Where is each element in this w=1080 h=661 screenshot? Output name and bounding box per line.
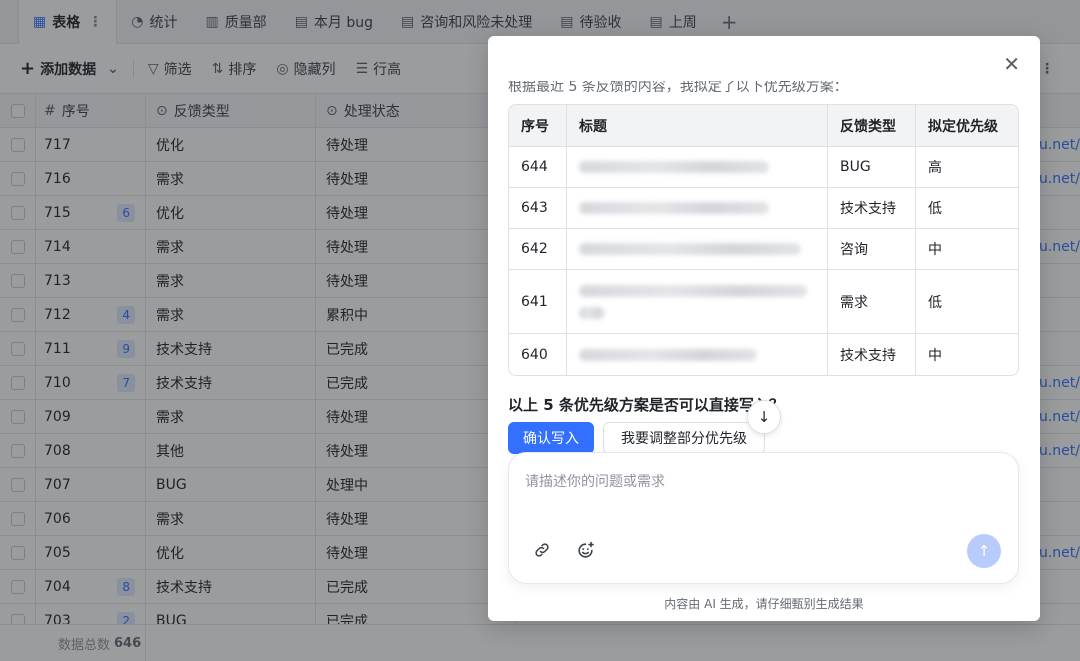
col-priority: 拟定优先级	[928, 118, 998, 135]
confirm-question: 以上 5 条优先级方案是否可以直接写入？	[508, 396, 784, 414]
chat-input[interactable]	[525, 471, 995, 511]
ai-disclaimer: 内容由 AI 生成，请仔细甄别生成结果	[664, 597, 864, 611]
send-button[interactable]: ↑	[967, 534, 1001, 568]
priority-cell-id: 643	[509, 188, 567, 228]
priority-cell-title	[567, 334, 828, 375]
priority-cell-type: 需求	[828, 270, 916, 333]
priority-cell-type: 技术支持	[828, 188, 916, 228]
priority-cell-priority: 中	[928, 347, 942, 364]
priority-cell-id: 641	[509, 270, 567, 333]
priority-cell-id: 642	[509, 229, 567, 269]
scroll-down-button[interactable]: ↓	[747, 400, 781, 434]
priority-row: 642 咨询中	[509, 229, 1018, 270]
priority-row: 640 技术支持中	[509, 334, 1018, 375]
redacted-title	[579, 202, 769, 214]
dialog-intro: 根据最近 5 条反馈的内容，我拟定了以下优先级方案：	[508, 79, 848, 95]
col-id: 序号	[509, 105, 567, 146]
chat-input-box: ↑	[508, 452, 1019, 584]
redacted-title	[579, 306, 605, 319]
col-title: 标题	[567, 105, 828, 146]
priority-cell-id: 644	[509, 147, 567, 187]
confirm-write-button[interactable]: 确认写入	[508, 422, 594, 454]
priority-cell-title	[567, 188, 828, 228]
col-type: 反馈类型	[828, 105, 916, 146]
priority-cell-title	[567, 270, 828, 333]
priority-table-header: 序号 标题 反馈类型 拟定优先级	[509, 105, 1018, 147]
priority-row: 644 BUG 高	[509, 147, 1018, 188]
arrow-down-icon: ↓	[757, 408, 771, 426]
priority-row: 643 技术支持低	[509, 188, 1018, 229]
priority-cell-id: 640	[509, 334, 567, 375]
priority-cell-priority: 中	[928, 242, 942, 258]
priority-cell-title	[567, 229, 828, 269]
priority-cell-priority: 高	[928, 160, 942, 176]
emoji-add-icon[interactable]	[574, 539, 596, 561]
priority-cell-title	[567, 147, 828, 187]
ai-priority-dialog: ✕ 根据最近 5 条反馈的内容，我拟定了以下优先级方案： 序号 标题 反馈类型 …	[488, 36, 1040, 621]
redacted-title	[579, 284, 807, 297]
arrow-up-icon: ↑	[977, 542, 991, 560]
priority-row: 641 需求低	[509, 270, 1018, 334]
adjust-priority-button[interactable]: 我要调整部分优先级	[603, 422, 765, 454]
priority-cell-type: 技术支持	[828, 334, 916, 375]
priority-cell-priority: 低	[928, 201, 942, 217]
close-icon[interactable]: ✕	[1003, 54, 1020, 74]
priority-cell-priority: 低	[928, 294, 942, 311]
redacted-title	[579, 243, 801, 255]
redacted-title	[579, 348, 757, 361]
priority-cell-type: BUG	[828, 147, 916, 187]
link-icon[interactable]	[531, 539, 553, 561]
priority-table: 序号 标题 反馈类型 拟定优先级 644 BUG 高 643 技术支持低 642 咨询中 64…	[508, 104, 1019, 376]
priority-cell-type: 咨询	[828, 229, 916, 269]
redacted-title	[579, 161, 769, 173]
